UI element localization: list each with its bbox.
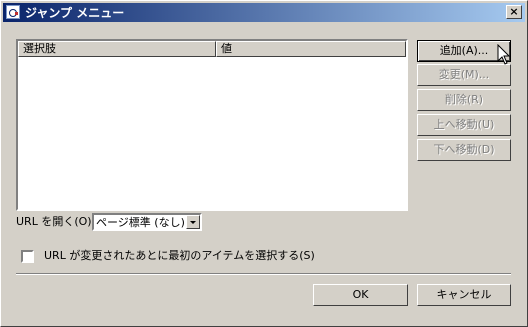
column-header-choice[interactable]: 選択肢 <box>18 41 216 57</box>
title-bar[interactable]: ジャンプ メニュー × <box>3 3 525 22</box>
app-icon <box>6 5 20 19</box>
ok-button[interactable]: OK <box>313 284 408 306</box>
dialog-title: ジャンプ メニュー <box>25 6 125 20</box>
column-header-value[interactable]: 値 <box>216 41 406 57</box>
separator <box>16 273 511 275</box>
select-first-item-checkbox[interactable] <box>21 250 34 263</box>
edit-button[interactable]: 変更(M)... <box>417 64 511 86</box>
select-first-item-label[interactable]: URL が変更されたあとに最初のアイテムを選択する(S) <box>44 249 315 263</box>
close-button[interactable]: × <box>506 5 522 19</box>
move-down-button[interactable]: 下へ移動(D) <box>417 139 511 161</box>
list-header: 選択肢 値 <box>18 41 406 57</box>
dropdown-arrow-icon[interactable] <box>186 215 200 229</box>
choices-list[interactable]: 選択肢 値 <box>16 39 408 211</box>
open-url-selected-value: ページ標準 (なし) <box>96 216 185 229</box>
mouse-pointer-icon <box>497 44 511 65</box>
delete-button[interactable]: 削除(R) <box>417 89 511 111</box>
open-url-select[interactable]: ページ標準 (なし) <box>92 213 202 231</box>
move-up-button[interactable]: 上へ移動(U) <box>417 114 511 136</box>
open-url-label: URL を開く(O): <box>16 215 96 228</box>
cancel-button[interactable]: キャンセル <box>417 284 511 306</box>
